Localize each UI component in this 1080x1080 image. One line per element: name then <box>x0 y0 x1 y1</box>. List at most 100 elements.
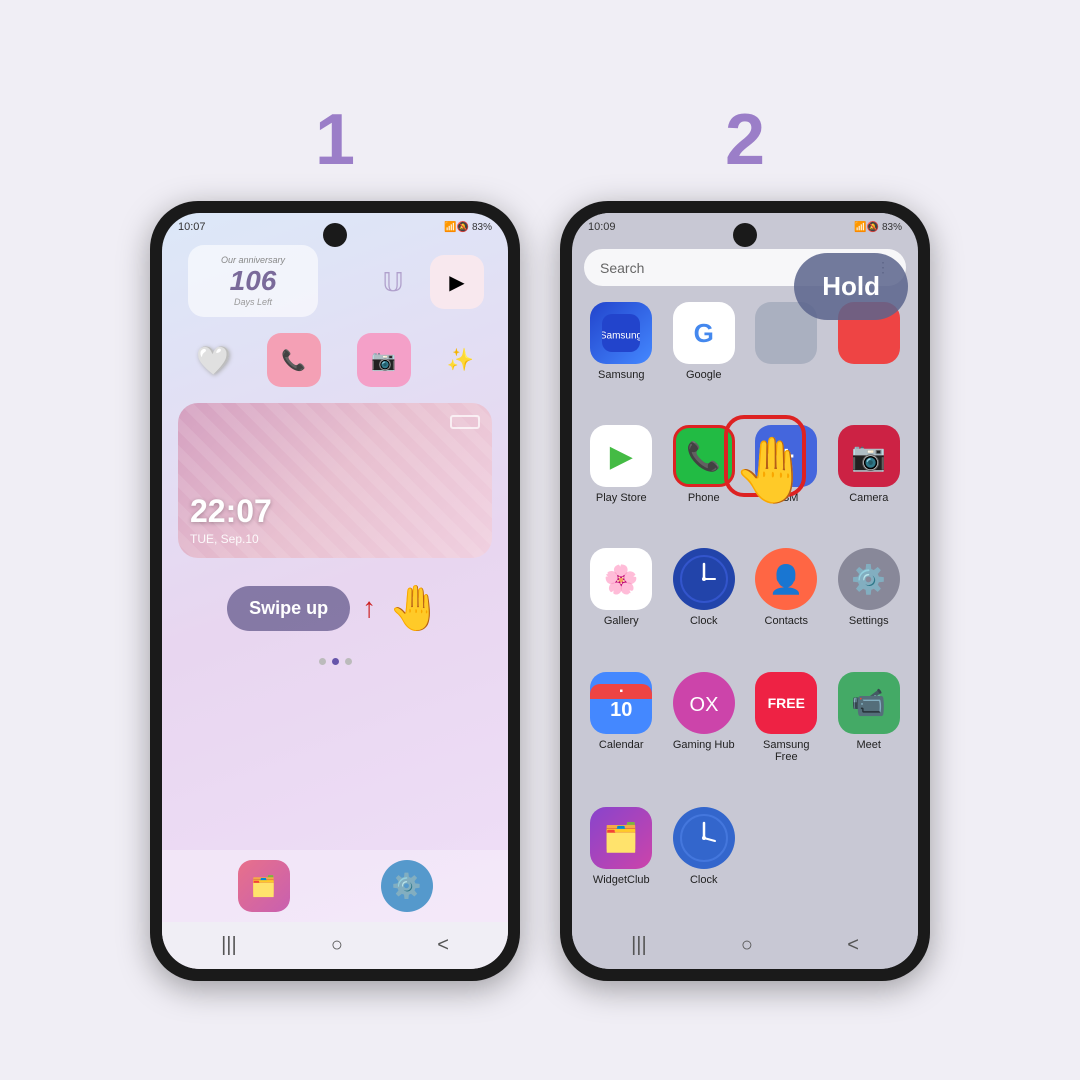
music-date: TUE, Sep.10 <box>190 532 480 546</box>
app-gallery[interactable]: 🌸 Gallery <box>588 548 655 655</box>
app-meet[interactable]: 📹 Meet <box>836 672 903 791</box>
nav-bar-2: ||| ○ < <box>572 922 918 969</box>
app-playstore[interactable]: ▶ Play Store <box>588 425 655 532</box>
app-camera[interactable]: 📷 Camera <box>836 425 903 532</box>
phone-1: 10:07 📶🔕 83% Our anniversary 106 <box>150 201 520 981</box>
app-gallery-label: Gallery <box>604 615 639 627</box>
dock-apps-icon[interactable]: 🗂️ <box>238 860 290 912</box>
phone-1-screen: 10:07 📶🔕 83% Our anniversary 106 <box>162 213 508 969</box>
camera-icon-1[interactable]: 📷 <box>357 333 411 387</box>
status-right-2: 📶🔕 83% <box>854 222 902 233</box>
app-contacts-label: Contacts <box>765 615 808 627</box>
app-gaminghub-label: Gaming Hub <box>673 739 735 751</box>
arrow-up-icon: ↑ <box>362 592 376 624</box>
status-icons-2: 📶🔕 83% <box>854 222 902 233</box>
phone-2-screen: 10:09 📶🔕 83% Search ⋮ Hold <box>572 213 918 969</box>
phone-1-inner: 10:07 📶🔕 83% Our anniversary 106 <box>162 213 508 969</box>
hand-swipe-icon: 🤚 <box>388 582 443 634</box>
nav-home-2[interactable]: ○ <box>741 934 753 957</box>
status-right-1: 📶🔕 83% <box>444 222 492 233</box>
status-bar-2: 10:09 📶🔕 83% <box>572 213 918 237</box>
camera-icon-2-icon: 📷 <box>838 425 900 487</box>
heart-icon[interactable]: 🤍 <box>196 344 231 377</box>
app-clock-label-2: Clock <box>690 874 718 886</box>
nav-back-1[interactable]: ||| <box>221 934 237 957</box>
highlight-ring <box>724 415 806 497</box>
page-dots <box>178 658 492 665</box>
step-2-number: 2 <box>725 99 765 181</box>
nav-home-1[interactable]: ○ <box>331 934 343 957</box>
u-icon[interactable]: 𝕌 <box>366 255 420 309</box>
music-time: 22:07 <box>190 493 480 530</box>
battery-bar <box>450 415 480 429</box>
settings-icon: ⚙️ <box>838 548 900 610</box>
dot-1 <box>319 658 326 665</box>
app-google-label: Google <box>686 369 721 381</box>
dock-settings-icon[interactable]: ⚙️ <box>381 860 433 912</box>
nav-recent-2[interactable]: < <box>847 934 859 957</box>
anniversary-days: 106 <box>202 265 304 297</box>
star-icon[interactable]: ✨ <box>447 347 474 373</box>
svg-text:Samsung: Samsung <box>602 331 640 342</box>
app-grid: Samsung Samsung G Google <box>572 294 918 922</box>
app-samsung[interactable]: Samsung Samsung <box>588 302 655 409</box>
app-meet-label: Meet <box>857 739 881 751</box>
samsung-icon: Samsung <box>590 302 652 364</box>
dock-1: 🗂️ ⚙️ <box>162 850 508 922</box>
contacts-icon: 👤 <box>755 548 817 610</box>
meet-icon: 📹 <box>838 672 900 734</box>
phone-icon-1[interactable]: 📞 <box>267 333 321 387</box>
swipe-up-button[interactable]: Swipe up <box>227 586 350 631</box>
step-1-number: 1 <box>315 99 355 181</box>
youtube-icon[interactable]: ▶ <box>430 255 484 309</box>
swipe-up-area: Swipe up ↑ 🤚 <box>178 570 492 646</box>
main-container: 1 10:07 📶🔕 83% <box>0 0 1080 1080</box>
status-bar-1: 10:07 📶🔕 83% <box>162 213 508 237</box>
notch-2 <box>733 223 757 247</box>
notch-1 <box>323 223 347 247</box>
status-icons-1: 📶🔕 83% <box>444 222 492 233</box>
hold-bubble: Hold <box>794 253 908 320</box>
app-calendar[interactable]: ▪ 10 Calendar <box>588 672 655 791</box>
nav-back-2[interactable]: ||| <box>631 934 647 957</box>
app-widgetclub[interactable]: 🗂️ WidgetClub <box>588 807 655 914</box>
app-settings-label: Settings <box>849 615 889 627</box>
app-widgetclub-label: WidgetClub <box>593 874 650 886</box>
anniversary-widget: Our anniversary 106 Days Left <box>188 245 318 317</box>
widgetclub-icon: 🗂️ <box>590 807 652 869</box>
status-time-2: 10:09 <box>588 221 616 233</box>
anniversary-sublabel: Days Left <box>202 297 304 307</box>
app-clock-2[interactable]: Clock <box>671 807 738 914</box>
anniversary-label: Our anniversary <box>202 255 304 265</box>
phone-2: 10:09 📶🔕 83% Search ⋮ Hold <box>560 201 930 981</box>
app-clock-label-1: Clock <box>690 615 718 627</box>
app-samsungfree-label: Samsung Free <box>753 739 820 763</box>
gallery-icon: 🌸 <box>590 548 652 610</box>
clock-icon-2 <box>673 807 735 869</box>
app-calendar-label: Calendar <box>599 739 644 751</box>
samsungfree-icon: FREE <box>755 672 817 734</box>
app-gaminghub[interactable]: OX Gaming Hub <box>671 672 738 791</box>
app-row-2: 🤍 📞 📷 ✨ <box>178 329 492 391</box>
search-placeholder: Search <box>600 260 644 276</box>
nav-bar-1: ||| ○ < <box>162 922 508 969</box>
clock-icon-1 <box>673 548 735 610</box>
calendar-icon: ▪ 10 <box>590 672 652 734</box>
app-empty-1[interactable] <box>753 302 820 409</box>
svg-text:OX: OX <box>689 694 718 716</box>
home-content-1: Our anniversary 106 Days Left 𝕌 ▶ 🤍 <box>162 237 508 850</box>
dot-2 <box>332 658 339 665</box>
app-settings[interactable]: ⚙️ Settings <box>836 548 903 655</box>
phone-2-inner: 10:09 📶🔕 83% Search ⋮ Hold <box>572 213 918 969</box>
app-contacts[interactable]: 👤 Contacts <box>753 548 820 655</box>
playstore-icon: ▶ <box>590 425 652 487</box>
app-google[interactable]: G Google <box>671 302 738 409</box>
app-camera-label: Camera <box>849 492 888 504</box>
app-playstore-label: Play Store <box>596 492 647 504</box>
app-clock[interactable]: Clock <box>671 548 738 655</box>
nav-recent-1[interactable]: < <box>437 934 449 957</box>
app-phone-label: Phone <box>688 492 720 504</box>
app-samsung-label: Samsung <box>598 369 644 381</box>
app-samsungfree[interactable]: FREE Samsung Free <box>753 672 820 791</box>
status-time-1: 10:07 <box>178 221 206 233</box>
